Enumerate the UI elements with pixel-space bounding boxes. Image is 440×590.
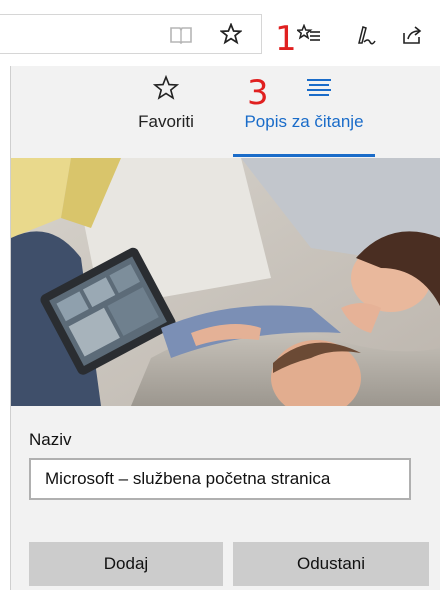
favorite-star-icon[interactable] [216,19,246,49]
reading-view-icon[interactable] [166,20,196,50]
browser-toolbar: 1 [0,0,440,66]
add-button[interactable]: Dodaj [29,542,223,586]
cancel-button[interactable]: Odustani [233,542,429,586]
share-icon[interactable] [398,20,428,50]
web-note-icon[interactable] [350,20,380,50]
name-field-label: Naziv [29,430,72,449]
tab-reading-list-label: Popis za čitanje [244,112,364,131]
tab-favorites-label: Favoriti [138,112,194,131]
tab-favorites[interactable]: Favoriti [111,70,221,158]
hub-panel: Favoriti 3 Popis za čitanje Naziv Micros… [10,66,440,590]
active-tab-underline [233,154,375,157]
name-input[interactable]: Microsoft – službena početna stranica [29,458,411,500]
tab-reading-list[interactable]: Popis za čitanje [233,70,375,158]
star-outline-icon [111,70,221,106]
page-preview-image [11,158,440,406]
hub-tabs: Favoriti 3 Popis za čitanje [11,66,440,158]
reading-list-icon [233,70,375,106]
hub-icon[interactable] [294,20,324,50]
